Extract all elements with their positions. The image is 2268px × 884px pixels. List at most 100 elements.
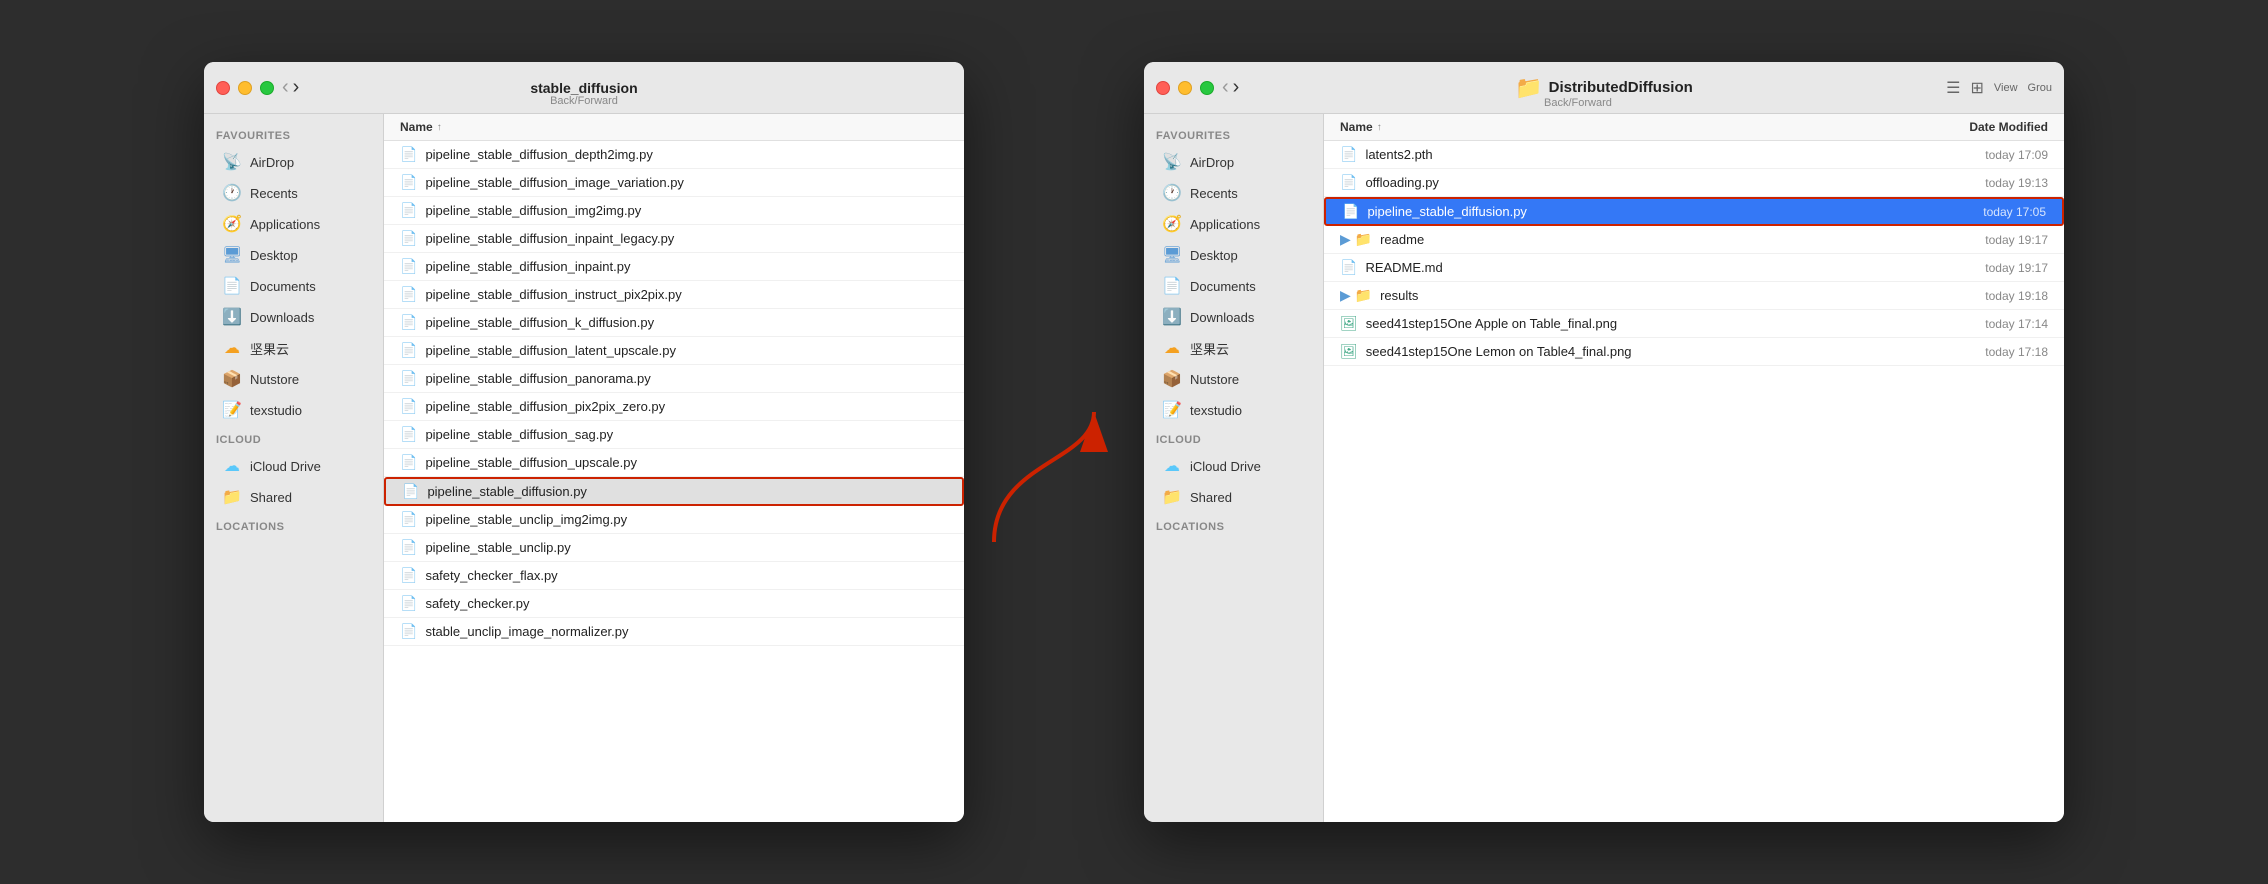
file-row-right-5[interactable]: ▶ 📁 results today 19:18 [1324, 282, 2064, 310]
nav-area-right: ‹ › [1222, 76, 1239, 99]
maximize-button-left[interactable] [260, 81, 274, 95]
sidebar-item-airdrop-right[interactable]: 📡 AirDrop [1150, 147, 1317, 177]
right-sort-arrow: ↑ [1377, 122, 1382, 133]
sidebar-item-desktop-left[interactable]: 🖥 Desktop [210, 240, 377, 270]
file-icon-png-2: 🖼 [1340, 343, 1358, 360]
file-row-left-0[interactable]: 📄 pipeline_stable_diffusion_depth2img.py [384, 141, 964, 169]
forward-button-left[interactable]: › [293, 76, 300, 99]
sidebar-item-documents-left[interactable]: 📄 Documents [210, 271, 377, 301]
recents-icon-left: 🕐 [222, 183, 242, 203]
left-main-content: Name ↑ 📄 pipeline_stable_diffusion_depth… [384, 114, 964, 822]
file-row-left-1[interactable]: 📄 pipeline_stable_diffusion_image_variat… [384, 169, 964, 197]
right-sidebar: Favourites 📡 AirDrop 🕐 Recents 🧭 Applica… [1144, 114, 1324, 822]
sidebar-item-documents-right[interactable]: 📄 Documents [1150, 271, 1317, 301]
file-row-left-9[interactable]: 📄 pipeline_stable_diffusion_pix2pix_zero… [384, 393, 964, 421]
sidebar-item-recents-right[interactable]: 🕐 Recents [1150, 178, 1317, 208]
group-label: Grou [2028, 82, 2052, 94]
sidebar-item-applications-right[interactable]: 🧭 Applications [1150, 209, 1317, 239]
texstudio-label-right: texstudio [1190, 403, 1242, 418]
file-row-left-7[interactable]: 📄 pipeline_stable_diffusion_latent_upsca… [384, 337, 964, 365]
minimize-button-right[interactable] [1178, 81, 1192, 95]
right-window-body: Favourites 📡 AirDrop 🕐 Recents 🧭 Applica… [1144, 114, 2064, 822]
sidebar-item-texstudio-right[interactable]: 📝 texstudio [1150, 395, 1317, 425]
sidebar-item-downloads-right[interactable]: ⬇️ Downloads [1150, 302, 1317, 332]
file-row-left-8[interactable]: 📄 pipeline_stable_diffusion_panorama.py [384, 365, 964, 393]
sidebar-item-shared-left[interactable]: 📁 Shared [210, 482, 377, 512]
file-row-right-1[interactable]: 📄 offloading.py today 19:13 [1324, 169, 2064, 197]
file-row-left-16[interactable]: 📄 safety_checker.py [384, 590, 964, 618]
right-window-title: DistributedDiffusion [1549, 79, 1693, 96]
file-row-right-3[interactable]: ▶ 📁 readme today 19:17 [1324, 226, 2064, 254]
desktop-icon-left: 🖥 [222, 245, 242, 265]
file-row-left-6[interactable]: 📄 pipeline_stable_diffusion_k_diffusion.… [384, 309, 964, 337]
file-row-left-5[interactable]: 📄 pipeline_stable_diffusion_instruct_pix… [384, 281, 964, 309]
close-button-left[interactable] [216, 81, 230, 95]
file-row-right-7[interactable]: 🖼 seed41step15One Lemon on Table4_final.… [1324, 338, 2064, 366]
forward-button-right[interactable]: › [1233, 76, 1240, 99]
file-icon-py: 📄 [400, 398, 417, 415]
jianguo-icon-right: ☁ [1162, 338, 1182, 358]
sidebar-item-nutstore-right[interactable]: 📦 Nutstore [1150, 364, 1317, 394]
file-row-left-15[interactable]: 📄 safety_checker_flax.py [384, 562, 964, 590]
recents-label-left: Recents [250, 186, 298, 201]
group-icon[interactable]: ⊞ [1970, 78, 1983, 98]
sidebar-item-nutstore-left[interactable]: 📦 Nutstore [210, 364, 377, 394]
sidebar-item-icloud-right[interactable]: ☁ iCloud Drive [1150, 451, 1317, 481]
sidebar-item-airdrop-left[interactable]: 📡 AirDrop [210, 147, 377, 177]
sidebar-item-applications-left[interactable]: 🧭 Applications [210, 209, 377, 239]
sidebar-item-shared-right[interactable]: 📁 Shared [1150, 482, 1317, 512]
downloads-label-right: Downloads [1190, 310, 1254, 325]
texstudio-icon-right: 📝 [1162, 400, 1182, 420]
back-button-right[interactable]: ‹ [1222, 76, 1229, 99]
file-row-left-4[interactable]: 📄 pipeline_stable_diffusion_inpaint.py [384, 253, 964, 281]
file-row-left-17[interactable]: 📄 stable_unclip_image_normalizer.py [384, 618, 964, 646]
minimize-button-left[interactable] [238, 81, 252, 95]
airdrop-icon-right: 📡 [1162, 152, 1182, 172]
icloud-drive-icon-right: ☁ [1162, 456, 1182, 476]
sidebar-item-downloads-left[interactable]: ⬇️ Downloads [210, 302, 377, 332]
file-icon-py: 📄 [400, 567, 417, 584]
sidebar-item-recents-left[interactable]: 🕐 Recents [210, 178, 377, 208]
folder-icon-results: ▶ 📁 [1340, 287, 1372, 304]
file-row-left-11[interactable]: 📄 pipeline_stable_diffusion_upscale.py [384, 449, 964, 477]
file-icon-py: 📄 [400, 314, 417, 331]
file-row-left-10[interactable]: 📄 pipeline_stable_diffusion_sag.py [384, 421, 964, 449]
left-finder-window[interactable]: ‹ › stable_diffusion Back/Forward Favour… [204, 62, 964, 822]
file-row-right-selected[interactable]: 📄 pipeline_stable_diffusion.py today 17:… [1324, 197, 2064, 226]
nutstore-label-right: Nutstore [1190, 372, 1239, 387]
right-finder-window[interactable]: ‹ › 📁 DistributedDiffusion Back/Forward … [1144, 62, 2064, 822]
back-button-left[interactable]: ‹ [282, 76, 289, 99]
file-icon-md: 📄 [1340, 259, 1357, 276]
file-icon-py-2: 📄 [1340, 174, 1357, 191]
sidebar-item-desktop-right[interactable]: 🖥 Desktop [1150, 240, 1317, 270]
file-row-right-0[interactable]: 📄 latents2.pth today 17:09 [1324, 141, 2064, 169]
highlighted-file-left: pipeline_stable_diffusion.py [427, 484, 946, 499]
nutstore-label-left: Nutstore [250, 372, 299, 387]
file-row-left-12-highlighted[interactable]: 📄 pipeline_stable_diffusion.py [384, 477, 964, 506]
traffic-lights-left[interactable] [216, 81, 274, 95]
documents-label-right: Documents [1190, 279, 1256, 294]
left-name-label: Name [400, 120, 433, 134]
file-row-right-6[interactable]: 🖼 seed41step15One Apple on Table_final.p… [1324, 310, 2064, 338]
sidebar-item-jianguo-left[interactable]: ☁ 坚果云 [210, 333, 377, 363]
file-row-left-2[interactable]: 📄 pipeline_stable_diffusion_img2img.py [384, 197, 964, 225]
file-icon-py: 📄 [400, 426, 417, 443]
view-icon[interactable]: ☰ [1946, 78, 1960, 98]
left-window-body: Favourites 📡 AirDrop 🕐 Recents 🧭 Applica… [204, 114, 964, 822]
file-row-left-14[interactable]: 📄 pipeline_stable_unclip.py [384, 534, 964, 562]
file-row-left-13[interactable]: 📄 pipeline_stable_unclip_img2img.py [384, 506, 964, 534]
file-row-right-4[interactable]: 📄 README.md today 19:17 [1324, 254, 2064, 282]
left-nav-label: Back/Forward [550, 95, 618, 107]
desktop-label-left: Desktop [250, 248, 298, 263]
sidebar-item-texstudio-left[interactable]: 📝 texstudio [210, 395, 377, 425]
file-row-left-3[interactable]: 📄 pipeline_stable_diffusion_inpaint_lega… [384, 225, 964, 253]
maximize-button-right[interactable] [1200, 81, 1214, 95]
sidebar-item-jianguo-right[interactable]: ☁ 坚果云 [1150, 333, 1317, 363]
arrow-annotation [974, 382, 1114, 582]
right-toolbar-right: ☰ ⊞ View Grou [1946, 78, 2052, 98]
recents-label-right: Recents [1190, 186, 1238, 201]
close-button-right[interactable] [1156, 81, 1170, 95]
documents-icon-left: 📄 [222, 276, 242, 296]
traffic-lights-right[interactable] [1156, 81, 1214, 95]
sidebar-item-icloud-left[interactable]: ☁ iCloud Drive [210, 451, 377, 481]
